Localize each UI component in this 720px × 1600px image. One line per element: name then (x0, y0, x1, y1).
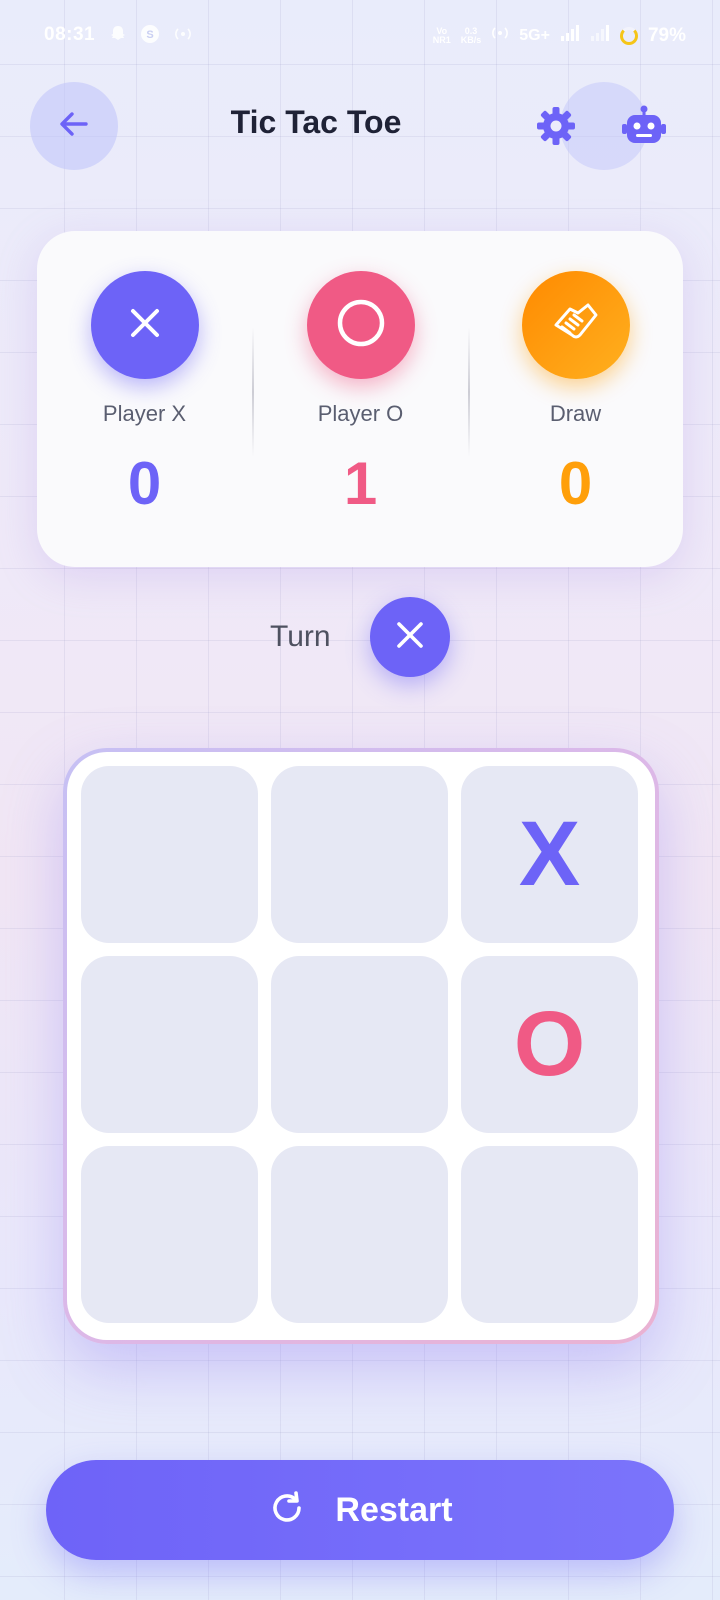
x-icon (125, 303, 165, 348)
status-bar: 08:31 S Vo NR1 0.3 KB/s 5G+ 79% (0, 0, 720, 64)
refresh-icon (267, 1488, 307, 1533)
board-cell-2[interactable] (271, 766, 448, 943)
settings-button[interactable] (532, 104, 580, 152)
player-o-badge (307, 271, 415, 379)
gear-icon (534, 104, 578, 153)
status-time: 08:31 (44, 24, 96, 45)
volte-icon: Vo NR1 (432, 25, 451, 45)
handshake-icon (548, 295, 604, 356)
x-icon (392, 617, 428, 658)
board-cell-7[interactable] (81, 1146, 258, 1323)
turn-indicator (370, 597, 450, 677)
board-cell-5[interactable] (271, 956, 448, 1133)
restart-label: Restart (335, 1490, 453, 1529)
wifi-calling-icon (491, 24, 509, 47)
app-notification-icon: S (140, 24, 160, 49)
battery-level: 79% (647, 24, 686, 46)
snapchat-icon (108, 24, 128, 49)
status-right: Vo NR1 0.3 KB/s 5G+ 79% (433, 24, 686, 47)
battery-icon (619, 26, 638, 45)
score-draw: Draw 0 (468, 231, 683, 567)
bot-mode-button[interactable] (620, 104, 668, 152)
score-player-x: Player X 0 (37, 231, 252, 567)
draw-label: Draw (549, 401, 602, 426)
score-card: Player X 0 Player O 1 Draw 0 (37, 231, 683, 567)
board-cell-9[interactable] (461, 1146, 638, 1323)
board-cell-4[interactable] (81, 956, 258, 1133)
network-speed: 0.3 KB/s (460, 25, 482, 45)
network-type: 5G+ (519, 26, 550, 44)
signal-2-icon (590, 24, 610, 47)
board-cell-6[interactable]: O (461, 956, 638, 1133)
svg-text:S: S (146, 29, 153, 41)
board-cell-3[interactable]: X (461, 766, 638, 943)
player-x-score: 0 (127, 450, 162, 517)
player-x-label: Player X (102, 401, 187, 426)
draw-badge (522, 271, 630, 379)
player-o-label: Player O (317, 401, 404, 426)
draw-score: 0 (558, 450, 593, 517)
circle-icon (335, 297, 387, 354)
restart-button[interactable]: Restart (46, 1460, 674, 1560)
hotspot-icon (172, 24, 194, 49)
turn-label: Turn (270, 620, 331, 653)
robot-icon (620, 104, 668, 153)
signal-icon (560, 24, 580, 47)
board-cell-8[interactable] (271, 1146, 448, 1323)
player-o-score: 1 (343, 450, 378, 517)
score-player-o: Player O 1 (253, 231, 468, 567)
player-x-badge (91, 271, 199, 379)
board-inner: X O (67, 752, 655, 1340)
game-board: X O (63, 748, 659, 1344)
board-cell-1[interactable] (81, 766, 258, 943)
